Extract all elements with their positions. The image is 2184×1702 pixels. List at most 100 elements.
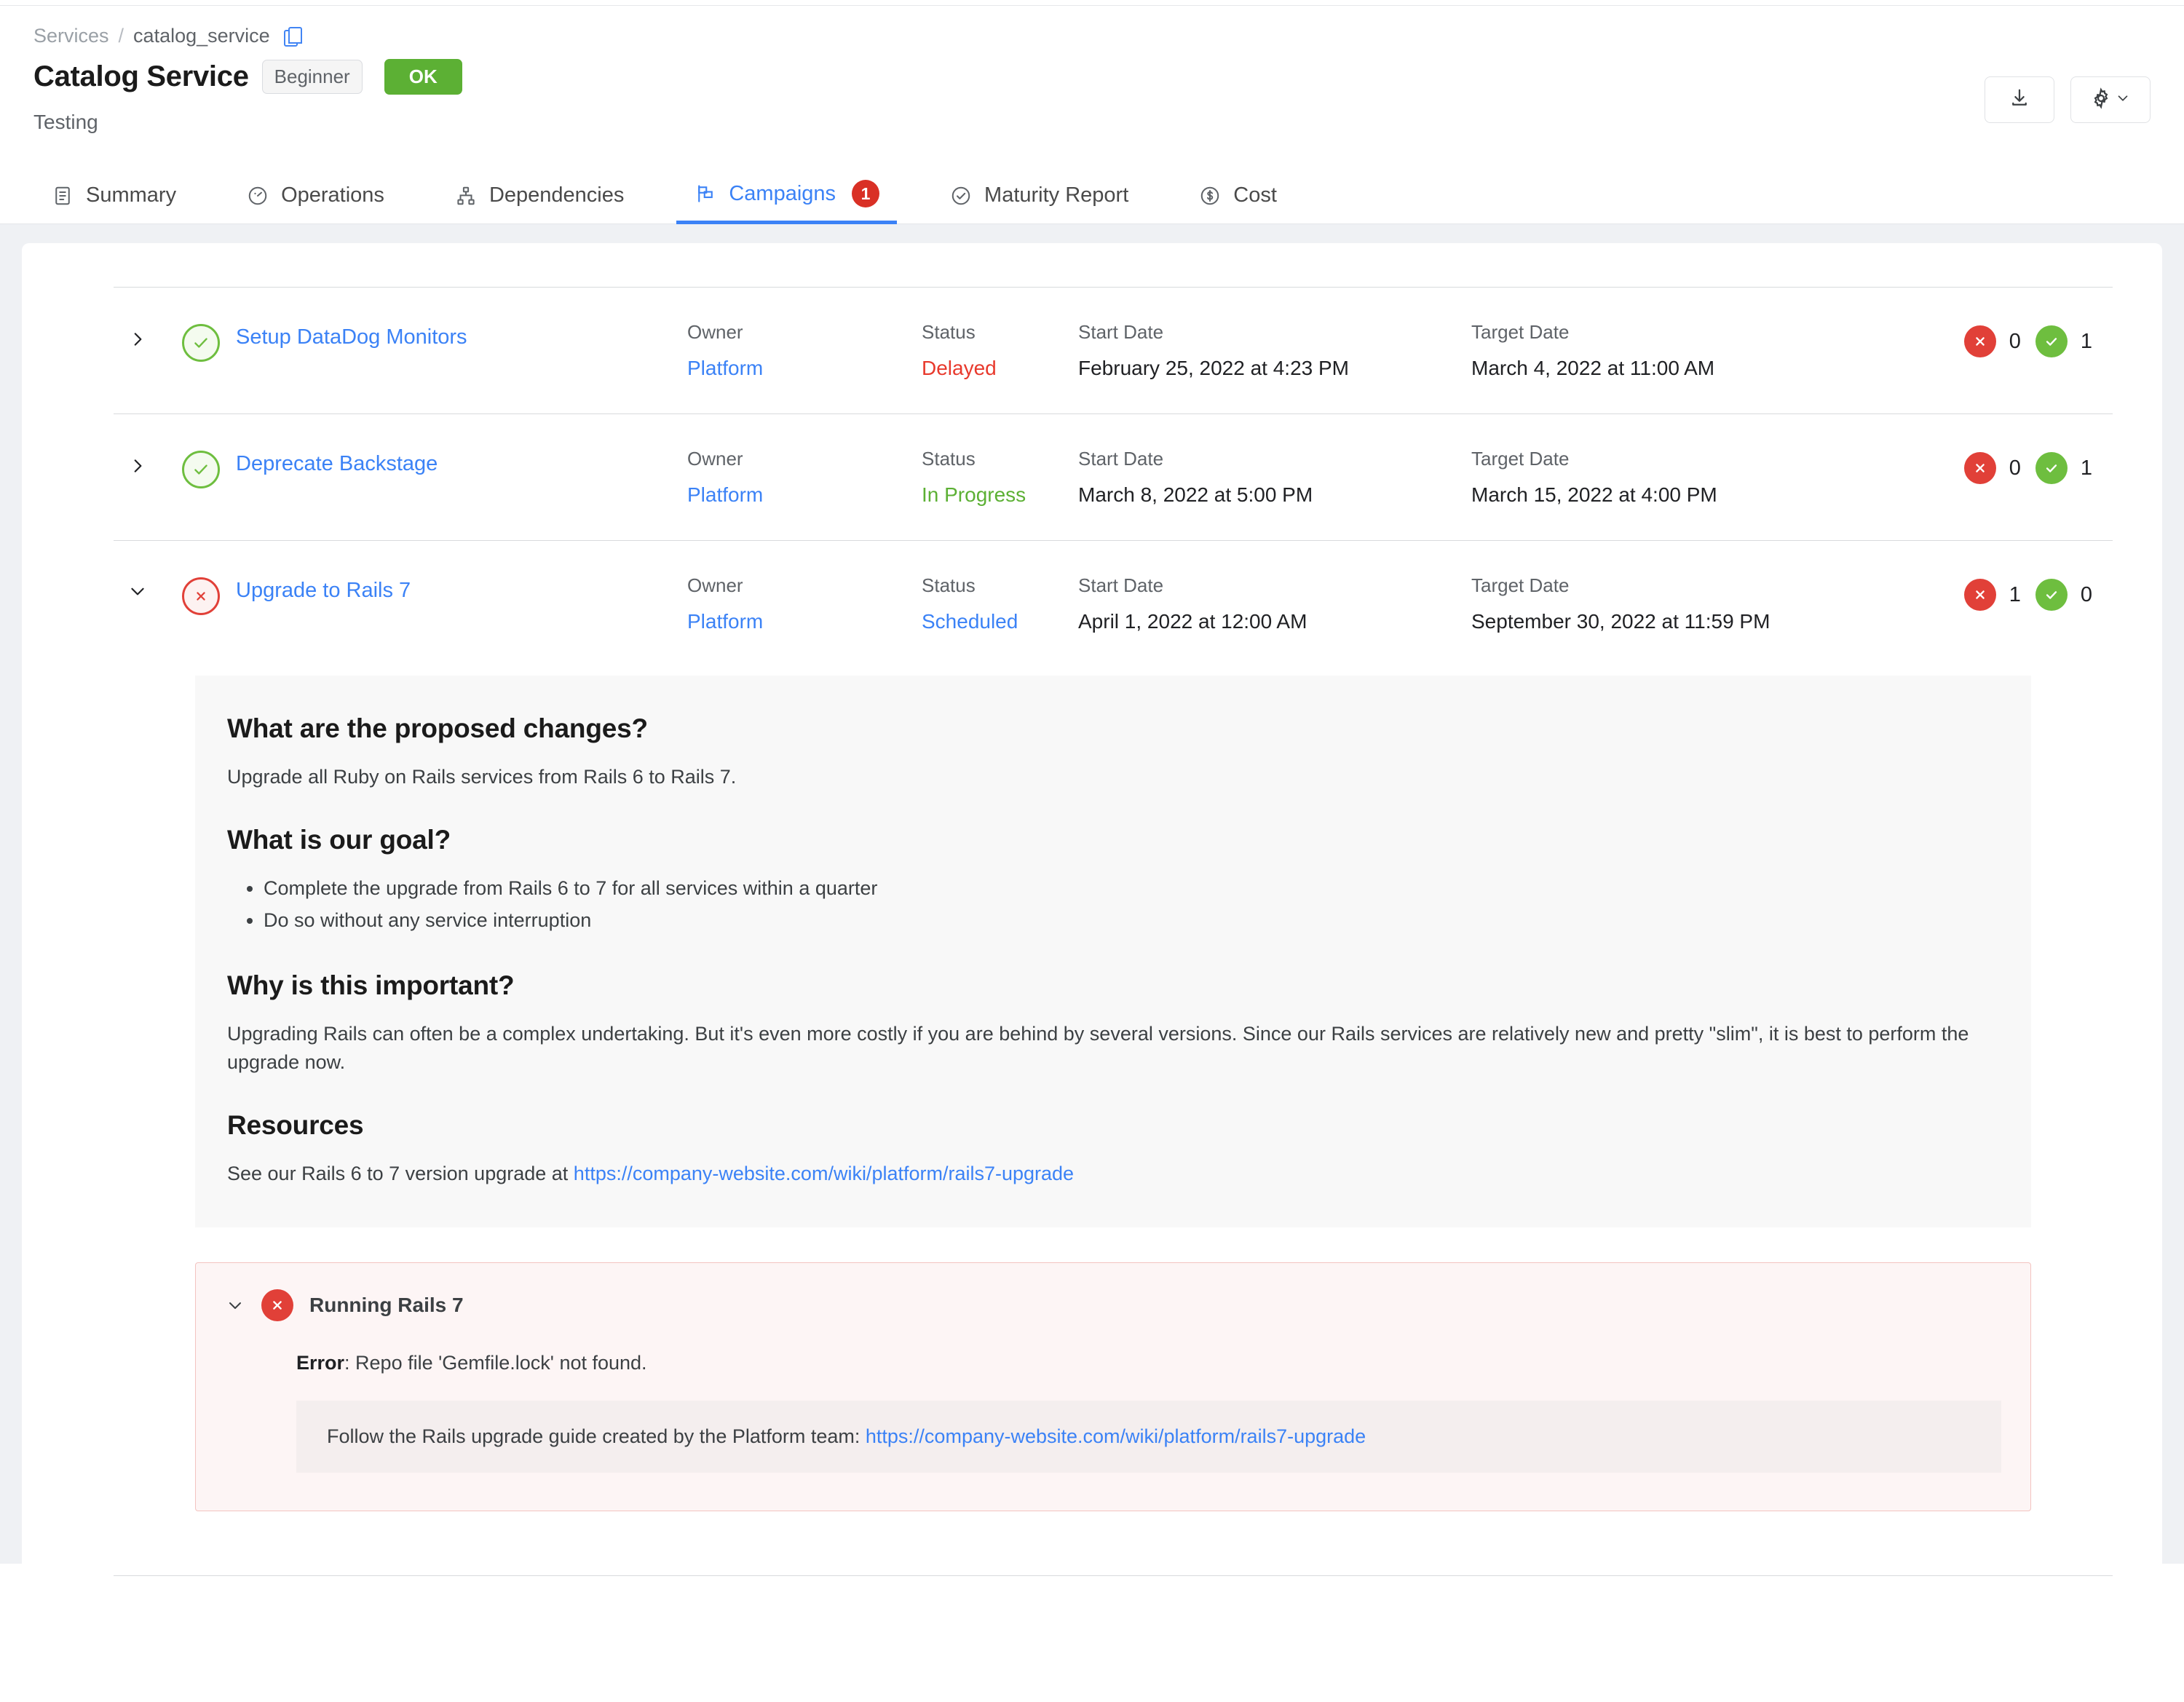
- owner-value[interactable]: Platform: [687, 357, 922, 380]
- detail-paragraph-importance: Upgrading Rails can often be a complex u…: [227, 1022, 1969, 1073]
- row-divider: [114, 1575, 2113, 1577]
- status-cell: Status Delayed: [922, 321, 1078, 380]
- campaign-name-link[interactable]: Upgrade to Rails 7: [236, 574, 687, 603]
- target-date-value: March 15, 2022 at 4:00 PM: [1471, 483, 1717, 506]
- pass-count: 0: [2080, 582, 2092, 606]
- target-date-cell: Target Date March 4, 2022 at 11:00 AM: [1471, 321, 1879, 380]
- table-row[interactable]: Setup DataDog Monitors Owner Platform St…: [22, 288, 2162, 413]
- column-header-status: Status: [922, 321, 976, 343]
- copy-icon[interactable]: [283, 26, 302, 47]
- row-expand-toggle[interactable]: [114, 448, 162, 477]
- column-header-start-date: Start Date: [1078, 574, 1164, 596]
- download-button[interactable]: [1985, 76, 2054, 123]
- tab-maturity-report[interactable]: Maturity Report: [932, 183, 1146, 223]
- tab-label: Maturity Report: [984, 183, 1129, 207]
- header-actions: [1985, 76, 2151, 123]
- result-counts: 0 1: [1963, 448, 2092, 484]
- error-panel-title: Running Rails 7: [309, 1294, 464, 1317]
- hierarchy-icon: [454, 184, 478, 207]
- detail-heading-importance: Why is this important?: [227, 970, 515, 1000]
- list-item: Do so without any service interruption: [264, 905, 1999, 937]
- column-header-owner: Owner: [687, 574, 743, 596]
- page-header: Services / catalog_service Catalog Servi…: [0, 6, 2184, 134]
- check-circle-outline-icon: [182, 451, 220, 488]
- status-badge[interactable]: OK: [384, 59, 462, 95]
- list-document-icon: [51, 184, 74, 207]
- owner-value[interactable]: Platform: [687, 610, 922, 633]
- target-date-value: September 30, 2022 at 11:59 PM: [1471, 610, 1770, 633]
- detail-paragraph-resources: See our Rails 6 to 7 version upgrade at …: [227, 1160, 1999, 1188]
- fail-count: 0: [2009, 329, 2021, 353]
- table-row[interactable]: Deprecate Backstage Owner Platform Statu…: [22, 414, 2162, 540]
- target-date-cell: Target Date September 30, 2022 at 11:59 …: [1471, 574, 1879, 633]
- download-icon: [2009, 87, 2030, 113]
- error-label: Error: [296, 1352, 345, 1374]
- error-guidance-box: Follow the Rails upgrade guide created b…: [296, 1401, 2001, 1473]
- tab-label: Summary: [86, 183, 177, 207]
- fail-count-group: 0: [1963, 325, 2021, 357]
- tab-label: Cost: [1233, 183, 1277, 207]
- pass-count-group: 1: [2035, 452, 2092, 484]
- tab-bar: Summary Operations Dependencies Campaign…: [0, 159, 2184, 224]
- resources-link[interactable]: https://company-website.com/wiki/platfor…: [574, 1163, 1074, 1184]
- result-counts: 0 1: [1963, 321, 2092, 357]
- tab-badge-count: 1: [852, 180, 880, 207]
- fail-count-group: 1: [1963, 579, 2021, 611]
- guidance-link[interactable]: https://company-website.com/wiki/platfor…: [866, 1425, 1366, 1447]
- chevron-down-icon[interactable]: [225, 1297, 245, 1314]
- column-header-target-date: Target Date: [1471, 448, 1570, 470]
- row-expand-toggle[interactable]: [114, 321, 162, 350]
- start-date-value: April 1, 2022 at 12:00 AM: [1078, 610, 1307, 633]
- detail-heading-changes: What are the proposed changes?: [227, 713, 648, 743]
- campaign-list: Setup DataDog Monitors Owner Platform St…: [22, 243, 2162, 1577]
- resources-text: See our Rails 6 to 7 version upgrade at: [227, 1162, 574, 1184]
- error-panel-header[interactable]: Running Rails 7: [225, 1289, 2001, 1322]
- target-date-cell: Target Date March 15, 2022 at 4:00 PM: [1471, 448, 1879, 507]
- breadcrumb-separator: /: [118, 25, 124, 47]
- tab-dependencies[interactable]: Dependencies: [437, 183, 641, 223]
- campaign-name-link[interactable]: Deprecate Backstage: [236, 448, 687, 476]
- flag-board-icon: [694, 182, 717, 205]
- campaign-name-link[interactable]: Setup DataDog Monitors: [236, 321, 687, 349]
- column-header-status: Status: [922, 574, 976, 596]
- campaign-description-panel: What are the proposed changes? Upgrade a…: [195, 676, 2031, 1228]
- check-circle-outline-icon: [182, 324, 220, 362]
- detail-paragraph-changes: Upgrade all Ruby on Rails services from …: [227, 766, 737, 788]
- fail-count: 1: [2009, 582, 2021, 606]
- target-date-value: March 4, 2022 at 11:00 AM: [1471, 357, 1715, 379]
- settings-button[interactable]: [2070, 76, 2151, 123]
- owner-value[interactable]: Platform: [687, 483, 922, 507]
- check-circle-filled-icon: [2035, 579, 2068, 611]
- check-circle-filled-icon: [2035, 325, 2068, 357]
- start-date-value: March 8, 2022 at 5:00 PM: [1078, 483, 1313, 506]
- x-circle-filled-icon: [1963, 325, 1996, 357]
- tab-campaigns[interactable]: Campaigns 1: [676, 180, 897, 224]
- tab-cost[interactable]: Cost: [1181, 183, 1294, 223]
- breadcrumb-services[interactable]: Services: [33, 25, 109, 47]
- page-subtitle: Testing: [33, 111, 98, 133]
- app-root: Services / catalog_service Catalog Servi…: [0, 0, 2184, 1702]
- column-header-start-date: Start Date: [1078, 448, 1164, 470]
- table-row[interactable]: Upgrade to Rails 7 Owner Platform Status…: [22, 541, 2162, 667]
- campaigns-card: Setup DataDog Monitors Owner Platform St…: [22, 243, 2162, 1577]
- pass-count-group: 1: [2035, 325, 2092, 357]
- detail-heading-resources: Resources: [227, 1109, 364, 1140]
- result-counts: 1 0: [1963, 574, 2092, 611]
- pass-count: 1: [2080, 456, 2092, 480]
- error-message: Error: Repo file 'Gemfile.lock' not foun…: [296, 1352, 2001, 1374]
- start-date-cell: Start Date April 1, 2022 at 12:00 AM: [1078, 574, 1471, 633]
- status-value: In Progress: [922, 483, 1026, 506]
- title-row: Catalog Service Beginner OK: [33, 59, 2151, 95]
- row-collapse-toggle[interactable]: [114, 574, 162, 601]
- fail-count: 0: [2009, 456, 2021, 480]
- maturity-level-chip[interactable]: Beginner: [261, 60, 363, 94]
- breadcrumb: Services / catalog_service: [33, 25, 2151, 47]
- tab-label: Campaigns: [729, 181, 836, 205]
- owner-cell: Owner Platform: [687, 574, 922, 633]
- column-header-status: Status: [922, 448, 976, 470]
- campaign-error-panel: Running Rails 7 Error: Repo file 'Gemfil…: [195, 1262, 2031, 1512]
- status-value: Scheduled: [922, 610, 1018, 633]
- gauge-icon: [246, 184, 269, 207]
- tab-summary[interactable]: Summary: [33, 183, 194, 223]
- tab-operations[interactable]: Operations: [229, 183, 402, 223]
